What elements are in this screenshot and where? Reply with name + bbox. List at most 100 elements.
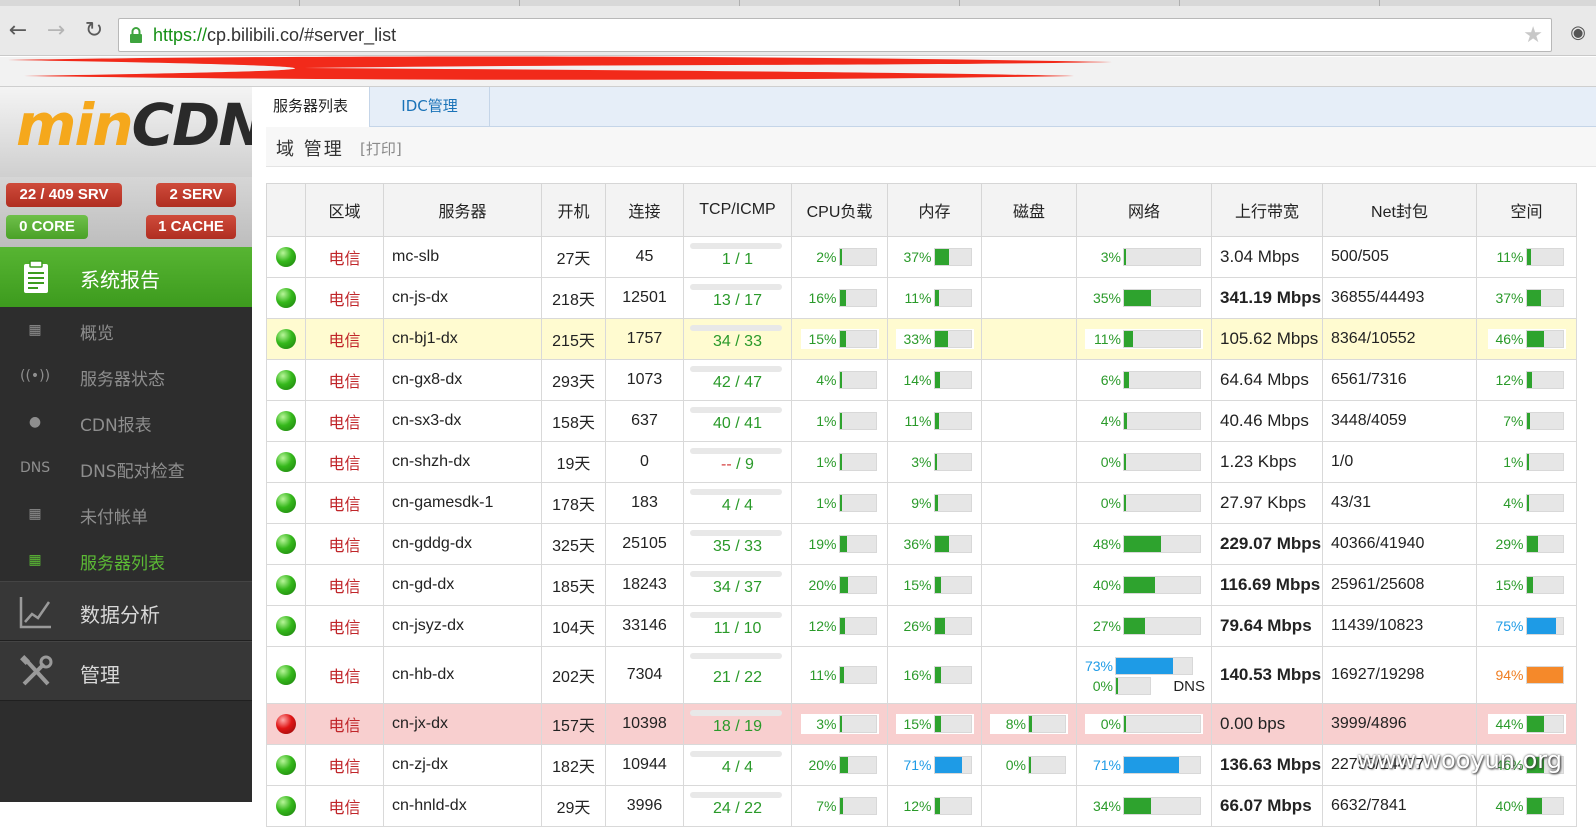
memory-cell: 15%	[887, 703, 982, 745]
status-cell	[266, 785, 306, 827]
tcp-bar	[690, 751, 782, 757]
col-header-network[interactable]: 网络	[1076, 183, 1212, 237]
table-row[interactable]: 电信 cn-shzh-dx 19天 0 -- / 9 1% 3% 0% 1.23 Kbps 1/0…	[266, 441, 1577, 483]
server-name-cell[interactable]: cn-gd-dx	[383, 564, 542, 606]
nav-data-analysis[interactable]: 数据分析	[0, 581, 252, 641]
nav-server-list[interactable]: ▦ 服务器列表	[0, 537, 252, 583]
tcp-value: 34	[713, 579, 731, 596]
space-meter-track	[1525, 371, 1564, 389]
space-meter: 40%	[1487, 796, 1566, 816]
server-name-cell[interactable]: mc-slb	[383, 236, 542, 278]
server-name-cell[interactable]: cn-gamesdk-1	[383, 482, 542, 524]
memory-meter-fill	[934, 667, 941, 683]
memory-meter-fill	[934, 454, 937, 470]
core-badge[interactable]: 0 CORE	[6, 215, 88, 239]
tab-idc-manage[interactable]: IDC管理	[370, 87, 490, 127]
disk-cell	[981, 359, 1077, 401]
status-cell	[266, 605, 306, 647]
col-header-space[interactable]: 空间	[1476, 183, 1577, 237]
server-name-cell[interactable]: cn-zj-dx	[383, 744, 542, 786]
col-header-server[interactable]: 服务器	[383, 183, 542, 237]
col-header-disk[interactable]: 磁盘	[981, 183, 1077, 237]
nav-cdn-report[interactable]: ● CDN报表	[0, 399, 252, 445]
col-header-memory[interactable]: 内存	[887, 183, 982, 237]
tab-server-list[interactable]: 服务器列表	[252, 87, 370, 127]
server-name-cell[interactable]: cn-js-dx	[383, 277, 542, 319]
space-meter: 4%	[1487, 493, 1566, 513]
space-cell: 4%	[1476, 482, 1577, 524]
nav-system-report[interactable]: 系统报告	[0, 247, 252, 307]
memory-meter: 26%	[895, 616, 974, 636]
table-row[interactable]: 电信 cn-jx-dx 157天 10398 18 / 19 3% 15% 8% 0% 0.00 …	[266, 703, 1577, 745]
col-header-region[interactable]: 区域	[305, 183, 384, 237]
icmp-value: 4	[744, 759, 754, 776]
table-row[interactable]: 电信 cn-sx3-dx 158天 637 40 / 41 1% 11% 4% 40.46 Mb…	[266, 400, 1577, 442]
tcp-icmp-cell: 4 / 4	[683, 744, 792, 786]
memory-meter-percent: 11%	[904, 290, 932, 306]
mincdn-logo[interactable]: minCDN	[16, 91, 267, 159]
tcp-bar	[690, 284, 782, 290]
extension-icon[interactable]: ◉	[1570, 22, 1586, 43]
back-arrow-icon[interactable]: ←	[6, 20, 30, 44]
nav-dns-check[interactable]: DNS DNS配对检查	[0, 445, 252, 491]
cache-badge[interactable]: 1 CACHE	[146, 215, 236, 239]
address-bar[interactable]: https://cp.bilibili.co/#server_list ★	[118, 18, 1552, 52]
table-row[interactable]: 电信 cn-gx8-dx 293天 1073 42 / 47 4% 14% 6% 64.64 M…	[266, 359, 1577, 401]
cpu-cell: 11%	[791, 646, 888, 704]
table-row[interactable]: 电信 cn-gd-dx 185天 18243 34 / 37 20% 15% 40% 116.6…	[266, 564, 1577, 606]
cpu-meter-percent: 2%	[816, 249, 837, 265]
memory-meter-fill	[934, 716, 941, 732]
col-header-connections[interactable]: 连接	[605, 183, 684, 237]
server-name-cell[interactable]: cn-jx-dx	[383, 703, 542, 745]
nav-manage[interactable]: 管理	[0, 641, 252, 701]
server-name-cell[interactable]: cn-shzh-dx	[383, 441, 542, 483]
table-row[interactable]: 电信 cn-hb-dx 202天 7304 21 / 22 11% 16% 73% 0% DNS 1…	[266, 646, 1577, 704]
region-cell: 电信	[305, 744, 384, 786]
table-row[interactable]: 电信 cn-gddg-dx 325天 25105 35 / 33 19% 36% 48% 229…	[266, 523, 1577, 565]
tcp-value: --	[721, 456, 732, 473]
tcp-icmp-cell: 24 / 22	[683, 785, 792, 827]
server-name-cell[interactable]: cn-gddg-dx	[383, 523, 542, 565]
col-header-tcp-icmp[interactable]: TCP/ICMP	[683, 183, 792, 237]
col-header-cpu[interactable]: CPU负载	[791, 183, 888, 237]
col-header-packets[interactable]: Net封包	[1322, 183, 1477, 237]
server-name-cell[interactable]: cn-jsyz-dx	[383, 605, 542, 647]
table-row[interactable]: 电信 cn-js-dx 218天 12501 13 / 17 16% 11% 35% 341.1…	[266, 277, 1577, 319]
memory-meter-percent: 16%	[903, 667, 932, 683]
table-row[interactable]: 电信 cn-gamesdk-1 178天 183 4 / 4 1% 9% 0% 27.97 Kb…	[266, 482, 1577, 524]
tcp-icmp-cell: 34 / 37	[683, 564, 792, 606]
nav-unpaid-bills[interactable]: ▦ 未付帐单	[0, 491, 252, 537]
memory-meter: 11%	[895, 288, 974, 308]
server-name-cell[interactable]: cn-hnld-dx	[383, 785, 542, 827]
forward-arrow-icon[interactable]: →	[44, 20, 68, 44]
server-name-cell[interactable]: cn-gx8-dx	[383, 359, 542, 401]
srv-count-badge[interactable]: 22 / 409 SRV	[6, 183, 122, 207]
tcp-bar	[690, 653, 782, 659]
tcp-separator: /	[730, 579, 745, 596]
server-name-cell[interactable]: cn-sx3-dx	[383, 400, 542, 442]
server-name-cell[interactable]: cn-hb-dx	[383, 646, 542, 704]
table-row[interactable]: 电信 cn-jsyz-dx 104天 33146 11 / 10 12% 26% 27% 79.…	[266, 605, 1577, 647]
serv-alert-badge[interactable]: 2 SERV	[156, 183, 236, 207]
nav-overview[interactable]: ▦ 概览	[0, 307, 252, 353]
network-meter-percent: 27%	[1092, 618, 1121, 634]
col-header-status[interactable]	[266, 183, 306, 237]
cpu-meter: 11%	[800, 665, 879, 685]
bookmark-star-icon[interactable]: ★	[1523, 23, 1543, 48]
memory-meter-fill	[934, 495, 938, 511]
status-cell	[266, 318, 306, 360]
nav-label: 服务器列表	[80, 554, 165, 574]
server-name-cell[interactable]: cn-bj1-dx	[383, 318, 542, 360]
print-link[interactable]: [打印]	[360, 138, 402, 159]
space-meter: 46%	[1487, 329, 1566, 349]
table-row[interactable]: 电信 mc-slb 27天 45 1 / 1 2% 37% 3% 3.04 Mbps 500/50…	[266, 236, 1577, 278]
table-row[interactable]: 电信 cn-bj1-dx 215天 1757 34 / 33 15% 33% 11% 105.6…	[266, 318, 1577, 360]
col-header-uptime[interactable]: 开机	[541, 183, 606, 237]
reload-icon[interactable]: ↻	[82, 20, 106, 44]
col-header-bandwidth[interactable]: 上行带宽	[1211, 183, 1323, 237]
packets-cell: 16927/19298	[1322, 646, 1477, 704]
tcp-icmp-value: 42 / 47	[713, 374, 762, 391]
nav-server-status[interactable]: ((•)) 服务器状态	[0, 353, 252, 399]
disk-meter-fill	[1029, 716, 1032, 732]
table-row[interactable]: 电信 cn-hnld-dx 29天 3996 24 / 22 7% 12% 34% 66.07 …	[266, 785, 1577, 827]
